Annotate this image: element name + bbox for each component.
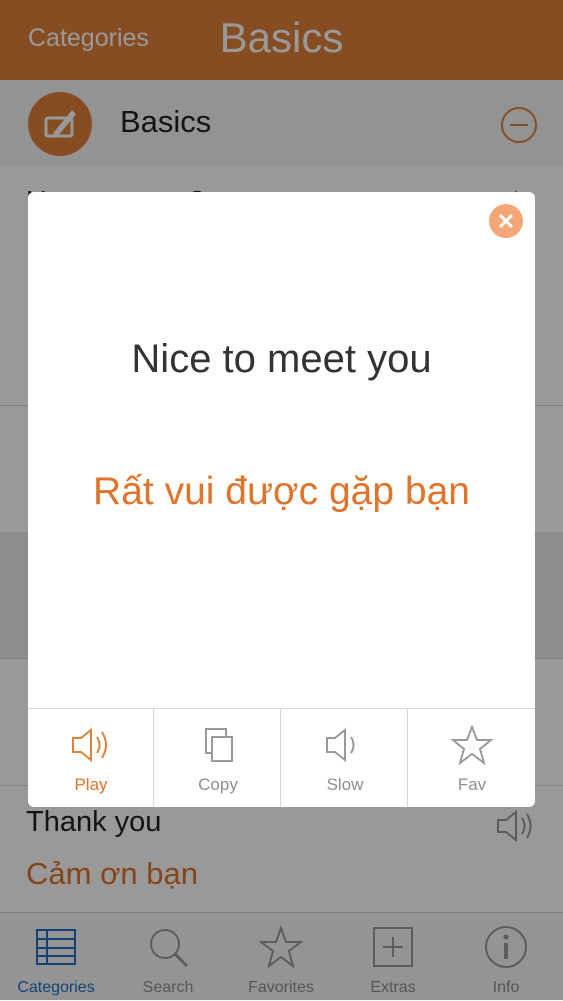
play-button[interactable]: Play bbox=[28, 709, 154, 807]
modal-action-bar: Play Copy Slow Fav bbox=[28, 708, 535, 807]
slow-button[interactable]: Slow bbox=[282, 709, 408, 807]
action-label: Copy bbox=[198, 775, 238, 794]
phrase-english-large: Nice to meet you bbox=[131, 337, 432, 381]
action-label: Play bbox=[74, 775, 108, 794]
phrase-detail-modal: Nice to meet you Rất vui được gặp bạn Pl… bbox=[28, 192, 535, 807]
app-root: Categories Basics Basics How are you? bbox=[0, 0, 563, 1001]
copy-icon bbox=[197, 725, 239, 765]
speaker-slow-icon bbox=[324, 725, 366, 765]
action-label: Fav bbox=[457, 775, 487, 794]
fav-button[interactable]: Fav bbox=[409, 709, 535, 807]
action-label: Slow bbox=[326, 775, 364, 794]
star-icon bbox=[450, 724, 494, 766]
speaker-icon bbox=[70, 725, 112, 765]
phrase-vietnamese-large: Rất vui được gặp bạn bbox=[93, 470, 470, 513]
copy-button[interactable]: Copy bbox=[155, 709, 281, 807]
close-icon[interactable] bbox=[489, 204, 523, 238]
